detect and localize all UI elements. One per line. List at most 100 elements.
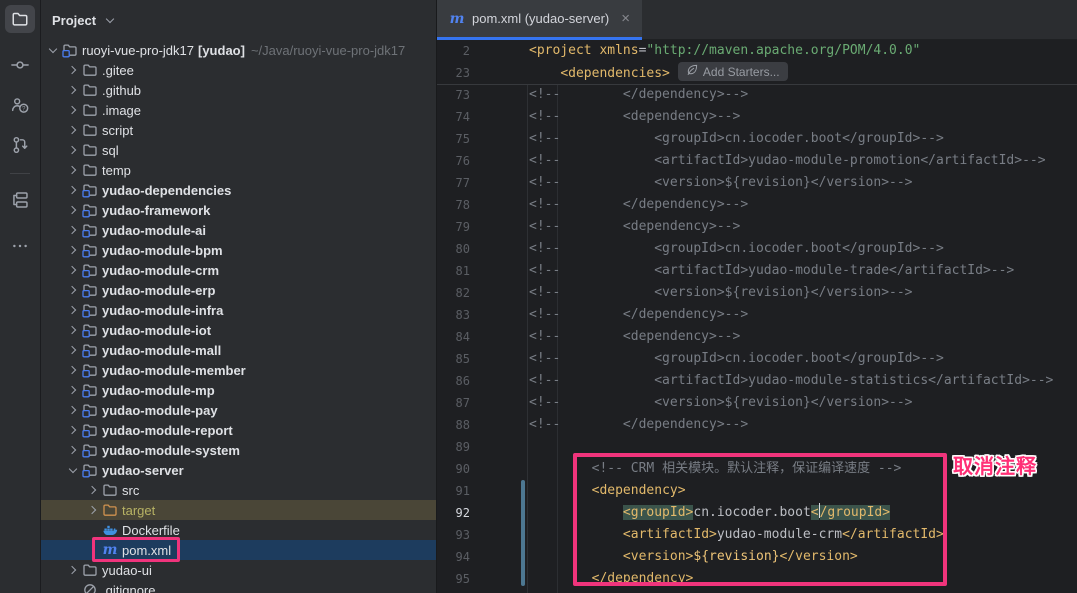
collaboration-icon[interactable]: ? [5,91,35,119]
chevron-right-icon[interactable] [65,422,81,438]
chevron-right-icon[interactable] [65,162,81,178]
line-number: 77 [437,172,470,194]
code-line-2[interactable]: 2<project xmlns="http://maven.apache.org… [437,40,1077,62]
tree-item-src[interactable]: src [41,480,436,500]
tree-item-yudao-module-report[interactable]: yudao-module-report [41,420,436,440]
chevron-right-icon[interactable] [65,102,81,118]
module-icon [81,382,99,398]
tree-item-label: yudao-dependencies [102,183,231,198]
chevron-right-icon[interactable] [65,382,81,398]
tree-item-yudao-server[interactable]: yudao-server [41,460,436,480]
chevron-down-icon[interactable] [45,42,61,58]
line-number: 95 [437,568,470,590]
code-line-88[interactable]: 88<!-- </dependency>--> [437,414,1077,436]
chevron-right-icon[interactable] [65,202,81,218]
tree-item-yudao-module-mp[interactable]: yudao-module-mp [41,380,436,400]
code-line-92[interactable]: 92 <groupId>cn.iocoder.boot</groupId> [437,502,1077,524]
commit-icon[interactable] [5,51,35,79]
tree-item-image[interactable]: .image [41,100,436,120]
code-line-95[interactable]: 95 </dependency> [437,568,1077,590]
tree-item-pom-xml[interactable]: mpom.xml [41,540,436,560]
tree-item-label: yudao-module-pay [102,403,218,418]
chevron-right-icon[interactable] [65,282,81,298]
chevron-right-icon[interactable] [65,402,81,418]
chevron-right-icon[interactable] [65,62,81,78]
tree-item-yudao-module-iot[interactable]: yudao-module-iot [41,320,436,340]
pull-requests-icon[interactable] [5,131,35,159]
code-line-74[interactable]: 74<!-- <dependency>--> [437,106,1077,128]
chevron-right-icon[interactable] [65,442,81,458]
tree-item-dockerfile[interactable]: Dockerfile [41,520,436,540]
tree-item-github[interactable]: .github [41,80,436,100]
code-line-79[interactable]: 79<!-- <dependency>--> [437,216,1077,238]
line-number: 91 [437,480,470,502]
tree-item-yudao-ui[interactable]: yudao-ui [41,560,436,580]
code-line-23[interactable]: 23 <dependencies>Add Starters... [437,62,1077,84]
close-icon[interactable]: × [621,11,630,26]
tree-item-yudao-module-pay[interactable]: yudao-module-pay [41,400,436,420]
chevron-down-icon[interactable] [65,462,81,478]
tree-item-ruoyi-vue-pro-jdk17[interactable]: ruoyi-vue-pro-jdk17[yudao]~/Java/ruoyi-v… [41,40,436,60]
tree-item-yudao-module-bpm[interactable]: yudao-module-bpm [41,240,436,260]
tree-item-label: script [102,123,133,138]
chevron-right-icon[interactable] [85,482,101,498]
tree-item-gitignore[interactable]: .gitignore [41,580,436,593]
code-area[interactable]: 73<!-- </dependency>-->74<!-- <dependenc… [437,84,1077,593]
tree-item-yudao-framework[interactable]: yudao-framework [41,200,436,220]
tree-item-yudao-module-mall[interactable]: yudao-module-mall [41,340,436,360]
tree-item-yudao-module-ai[interactable]: yudao-module-ai [41,220,436,240]
code-line-76[interactable]: 76<!-- <artifactId>yudao-module-promotio… [437,150,1077,172]
code-line-83[interactable]: 83<!-- </dependency>--> [437,304,1077,326]
code-line-80[interactable]: 80<!-- <groupId>cn.iocoder.boot</groupId… [437,238,1077,260]
code-line-85[interactable]: 85<!-- <groupId>cn.iocoder.boot</groupId… [437,348,1077,370]
chevron-right-icon[interactable] [65,342,81,358]
code-line-93[interactable]: 93 <artifactId>yudao-module-crm</artifac… [437,524,1077,546]
code-line-86[interactable]: 86<!-- <artifactId>yudao-module-statisti… [437,370,1077,392]
chevron-right-icon[interactable] [65,322,81,338]
more-tools-icon[interactable] [5,232,35,260]
code-line-82[interactable]: 82<!-- <version>${revision}</version>--> [437,282,1077,304]
chevron-right-icon[interactable] [65,122,81,138]
code-line-73[interactable]: 73<!-- </dependency>--> [437,84,1077,106]
chevron-right-icon[interactable] [65,562,81,578]
tree-item-sql[interactable]: sql [41,140,436,160]
code-line-77[interactable]: 77<!-- <version>${revision}</version>--> [437,172,1077,194]
chevron-right-icon[interactable] [65,242,81,258]
tab-pom-xml[interactable]: m pom.xml (yudao-server) × [437,0,642,40]
project-panel-header[interactable]: Project [41,0,436,40]
code-line-75[interactable]: 75<!-- <groupId>cn.iocoder.boot</groupId… [437,128,1077,150]
chevron-right-icon[interactable] [65,222,81,238]
tree-item-script[interactable]: script [41,120,436,140]
tree-item-path: ~/Java/ruoyi-vue-pro-jdk17 [251,43,405,58]
chevron-right-icon[interactable] [65,182,81,198]
code-line-81[interactable]: 81<!-- <artifactId>yudao-module-trade</a… [437,260,1077,282]
structure-icon[interactable] [5,186,35,214]
chevron-right-icon[interactable] [65,142,81,158]
tree-item-yudao-module-member[interactable]: yudao-module-member [41,360,436,380]
folder-icon [101,502,119,518]
code-line-91[interactable]: 91 <dependency> [437,480,1077,502]
code-line-94[interactable]: 94 <version>${revision}</version> [437,546,1077,568]
tree-item-target[interactable]: target [41,500,436,520]
chevron-right-icon[interactable] [85,502,101,518]
tree-item-yudao-dependencies[interactable]: yudao-dependencies [41,180,436,200]
chevron-right-icon[interactable] [65,362,81,378]
code-line-78[interactable]: 78<!-- </dependency>--> [437,194,1077,216]
chevron-right-icon[interactable] [65,82,81,98]
module-icon [81,262,99,278]
chevron-down-icon[interactable] [102,12,118,28]
tree-item-gitee[interactable]: .gitee [41,60,436,80]
add-starters-inlay[interactable]: Add Starters... [678,62,788,81]
tree-item-yudao-module-erp[interactable]: yudao-module-erp [41,280,436,300]
vcs-change-bar [521,480,525,586]
code-line-87[interactable]: 87<!-- <version>${revision}</version>--> [437,392,1077,414]
tree-item-temp[interactable]: temp [41,160,436,180]
project-icon[interactable] [5,5,35,33]
chevron-right-icon[interactable] [65,302,81,318]
tree-item-yudao-module-infra[interactable]: yudao-module-infra [41,300,436,320]
tree-item-yudao-module-crm[interactable]: yudao-module-crm [41,260,436,280]
tree-item-yudao-module-system[interactable]: yudao-module-system [41,440,436,460]
chevron-right-icon[interactable] [65,262,81,278]
code-line-84[interactable]: 84<!-- <dependency>--> [437,326,1077,348]
line-number: 81 [437,260,470,282]
